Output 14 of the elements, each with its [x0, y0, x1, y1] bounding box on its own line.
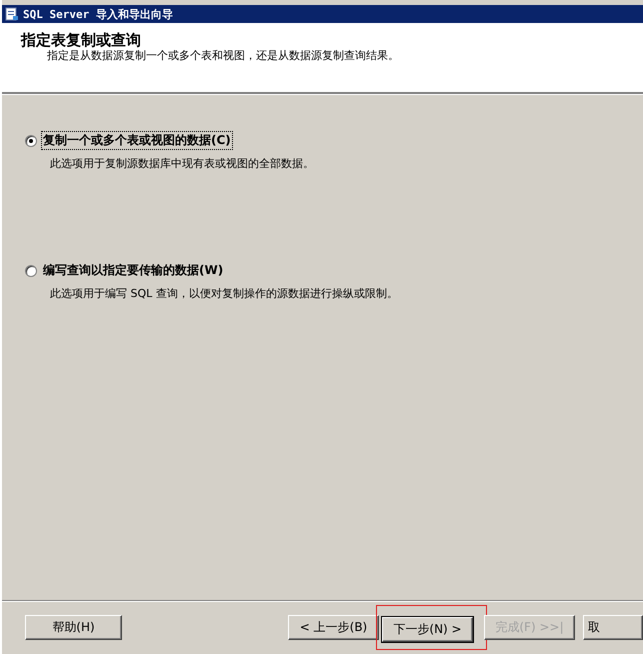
radio-button[interactable]	[25, 264, 37, 276]
window-title: SQL Server 导入和导出向导	[23, 6, 173, 22]
wizard-nav-button[interactable]: < 上一步(B)	[288, 615, 379, 640]
wizard-icon	[5, 7, 19, 21]
wizard-nav-button[interactable]: 下一步(N) >	[382, 617, 473, 642]
option-description: 此选项用于编写 SQL 查询，以便对复制操作的源数据进行操纵或限制。	[49, 286, 399, 301]
option-label[interactable]: 编写查询以指定要传输的数据(W)	[41, 261, 226, 280]
page-title: 指定表复制或查询	[21, 32, 142, 49]
page-subtitle: 指定是从数据源复制一个或多个表和视图，还是从数据源复制查询结果。	[46, 49, 400, 63]
help-button[interactable]: 帮助(H)	[25, 615, 122, 640]
option-label[interactable]: 复制一个或多个表或视图的数据(C)	[41, 131, 233, 150]
option-description: 此选项用于复制源数据库中现有表或视图的全部数据。	[49, 156, 315, 171]
radio-button[interactable]	[25, 134, 37, 146]
cancel-button[interactable]: 取	[583, 615, 643, 640]
